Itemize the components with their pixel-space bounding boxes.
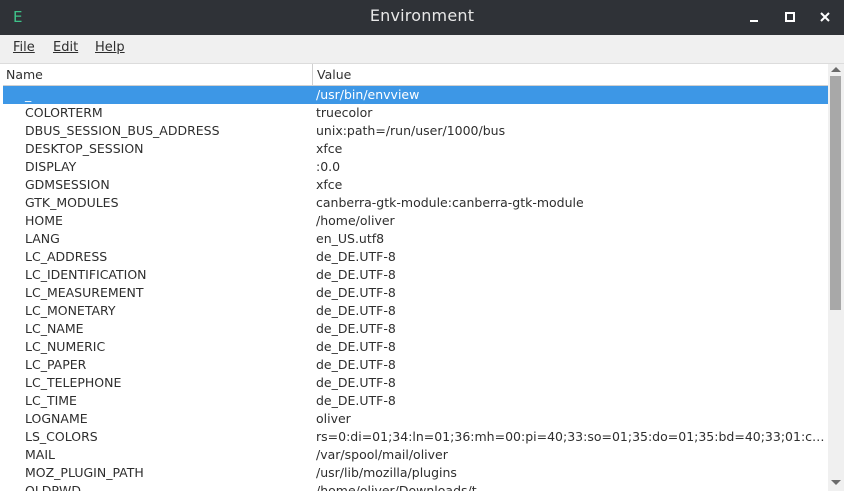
- cell-name: LC_TIME: [25, 393, 77, 408]
- table-row[interactable]: LC_NUMERIC de_DE.UTF-8: [3, 338, 828, 356]
- cell-value: de_DE.UTF-8: [316, 249, 396, 264]
- table-row[interactable]: GDMSESSION xfce: [3, 176, 828, 194]
- cell-value: de_DE.UTF-8: [316, 375, 396, 390]
- table-row[interactable]: MOZ_PLUGIN_PATH/usr/lib/mozilla/plugins: [3, 464, 828, 482]
- cell-name: LS_COLORS: [25, 429, 98, 444]
- cell-value: truecolor: [316, 105, 373, 120]
- table-row[interactable]: LC_TELEPHONE de_DE.UTF-8: [3, 374, 828, 392]
- cell-name: _: [25, 87, 32, 102]
- table-header: Name Value: [3, 64, 828, 86]
- table-row[interactable]: DESKTOP_SESSION xfce: [3, 140, 828, 158]
- cell-name: LC_TELEPHONE: [25, 375, 122, 390]
- environment-window: E Environment File Edit Help Name Value …: [0, 0, 844, 491]
- menu-help-label: Help: [95, 40, 125, 55]
- cell-value: de_DE.UTF-8: [316, 393, 396, 408]
- cell-name: DBUS_SESSION_BUS_ADDRESS: [25, 123, 220, 138]
- table-row[interactable]: LOGNAME oliver: [3, 410, 828, 428]
- table-row[interactable]: LC_ADDRESS de_DE.UTF-8: [3, 248, 828, 266]
- cell-name: HOME: [25, 213, 63, 228]
- table-row[interactable]: LC_NAME de_DE.UTF-8: [3, 320, 828, 338]
- table-row[interactable]: HOME/home/oliver: [3, 212, 828, 230]
- menu-edit[interactable]: Edit: [53, 40, 78, 55]
- cell-value: de_DE.UTF-8: [316, 285, 396, 300]
- table-row[interactable]: OLDPWD/home/oliver/Downloads/t: [3, 482, 828, 491]
- cell-value: /var/spool/mail/oliver: [316, 447, 448, 462]
- table-row[interactable]: DISPLAY :0.0: [3, 158, 828, 176]
- cell-value: canberra-gtk-module:canberra-gtk-module: [316, 195, 584, 210]
- scroll-down-arrow-icon[interactable]: [831, 480, 841, 485]
- cell-name: MAIL: [25, 447, 55, 462]
- table-row[interactable]: LC_IDENTIFICATION de_DE.UTF-8: [3, 266, 828, 284]
- cell-value: oliver: [316, 411, 351, 426]
- table-row[interactable]: LC_MEASUREMENT de_DE.UTF-8: [3, 284, 828, 302]
- window-title: Environment: [369, 6, 475, 25]
- minimize-icon[interactable]: [746, 9, 762, 25]
- cell-name: COLORTERM: [25, 105, 103, 120]
- cell-name: DISPLAY: [25, 159, 77, 174]
- cell-name: LOGNAME: [25, 411, 88, 426]
- cell-name: LC_ADDRESS: [25, 249, 108, 264]
- table-row[interactable]: MAIL/var/spool/mail/oliver: [3, 446, 828, 464]
- cell-value: de_DE.UTF-8: [316, 267, 396, 282]
- cell-name: GDMSESSION: [25, 177, 110, 192]
- cell-value: en_US.utf8: [316, 231, 385, 246]
- table-row[interactable]: _ /usr/bin/envview: [3, 86, 828, 104]
- table-row[interactable]: LC_MONETARY de_DE.UTF-8: [3, 302, 828, 320]
- maximize-icon[interactable]: [782, 9, 798, 25]
- table-row[interactable]: COLORTERM truecolor: [3, 104, 828, 122]
- cell-value: de_DE.UTF-8: [316, 339, 396, 354]
- table-row[interactable]: DBUS_SESSION_BUS_ADDRESS unix:path=/run/u…: [3, 122, 828, 140]
- table-row[interactable]: GTK_MODULES canberra-gtk-module:canberra-…: [3, 194, 828, 212]
- menu-edit-label: Edit: [53, 40, 79, 55]
- table-row[interactable]: LANG en_US.utf8: [3, 230, 828, 248]
- cell-name: LC_IDENTIFICATION: [25, 267, 147, 282]
- scroll-up-arrow-icon[interactable]: [831, 67, 841, 72]
- menu-bar: File Edit Help: [0, 35, 844, 64]
- cell-name: LANG: [25, 231, 60, 246]
- menu-file-label: File: [13, 40, 35, 55]
- cell-name: GTK_MODULES: [25, 195, 119, 210]
- cell-name: LC_NUMERIC: [25, 339, 106, 354]
- cell-value: de_DE.UTF-8: [316, 357, 396, 372]
- column-header-name[interactable]: Name: [6, 67, 43, 82]
- cell-name: LC_NAME: [25, 321, 84, 336]
- cell-name: OLDPWD: [25, 483, 81, 491]
- cell-name: MOZ_PLUGIN_PATH: [25, 465, 144, 480]
- vertical-scrollbar[interactable]: [828, 64, 844, 491]
- title-bar[interactable]: E Environment: [0, 0, 844, 35]
- cell-value: /home/oliver: [316, 213, 395, 228]
- cell-value: xfce: [316, 177, 343, 192]
- environment-table: Name Value _ /usr/bin/envview COLORTERM tru…: [3, 64, 828, 491]
- cell-value: de_DE.UTF-8: [316, 321, 396, 336]
- cell-value: unix:path=/run/user/1000/bus: [316, 123, 506, 138]
- table-row[interactable]: LS_COLORS rs=0:di=01;34:ln=01;36:mh=00:pi…: [3, 428, 828, 446]
- cell-value: xfce: [316, 141, 343, 156]
- scroll-thumb[interactable]: [830, 76, 841, 310]
- cell-name: LC_MEASUREMENT: [25, 285, 144, 300]
- menu-help[interactable]: Help: [95, 40, 125, 55]
- cell-value: :0.0: [316, 159, 341, 174]
- cell-name: DESKTOP_SESSION: [25, 141, 144, 156]
- cell-value: /usr/bin/envview: [316, 87, 420, 102]
- cell-name: LC_MONETARY: [25, 303, 116, 318]
- cell-value: rs=0:di=01;34:ln=01;36:mh=00:pi=40;33:so…: [316, 429, 826, 444]
- column-divider[interactable]: [312, 64, 313, 85]
- cell-value: de_DE.UTF-8: [316, 303, 396, 318]
- table-body: _ /usr/bin/envview COLORTERM truecolor DBUS_…: [3, 86, 828, 491]
- table-row[interactable]: LC_TIME de_DE.UTF-8: [3, 392, 828, 410]
- menu-file[interactable]: File: [13, 40, 35, 55]
- column-header-value[interactable]: Value: [317, 67, 351, 82]
- close-icon[interactable]: [817, 9, 833, 25]
- cell-name: LC_PAPER: [25, 357, 87, 372]
- cell-value: /usr/lib/mozilla/plugins: [316, 465, 457, 480]
- cell-value: /home/oliver/Downloads/t: [316, 483, 477, 491]
- table-row[interactable]: LC_PAPER de_DE.UTF-8: [3, 356, 828, 374]
